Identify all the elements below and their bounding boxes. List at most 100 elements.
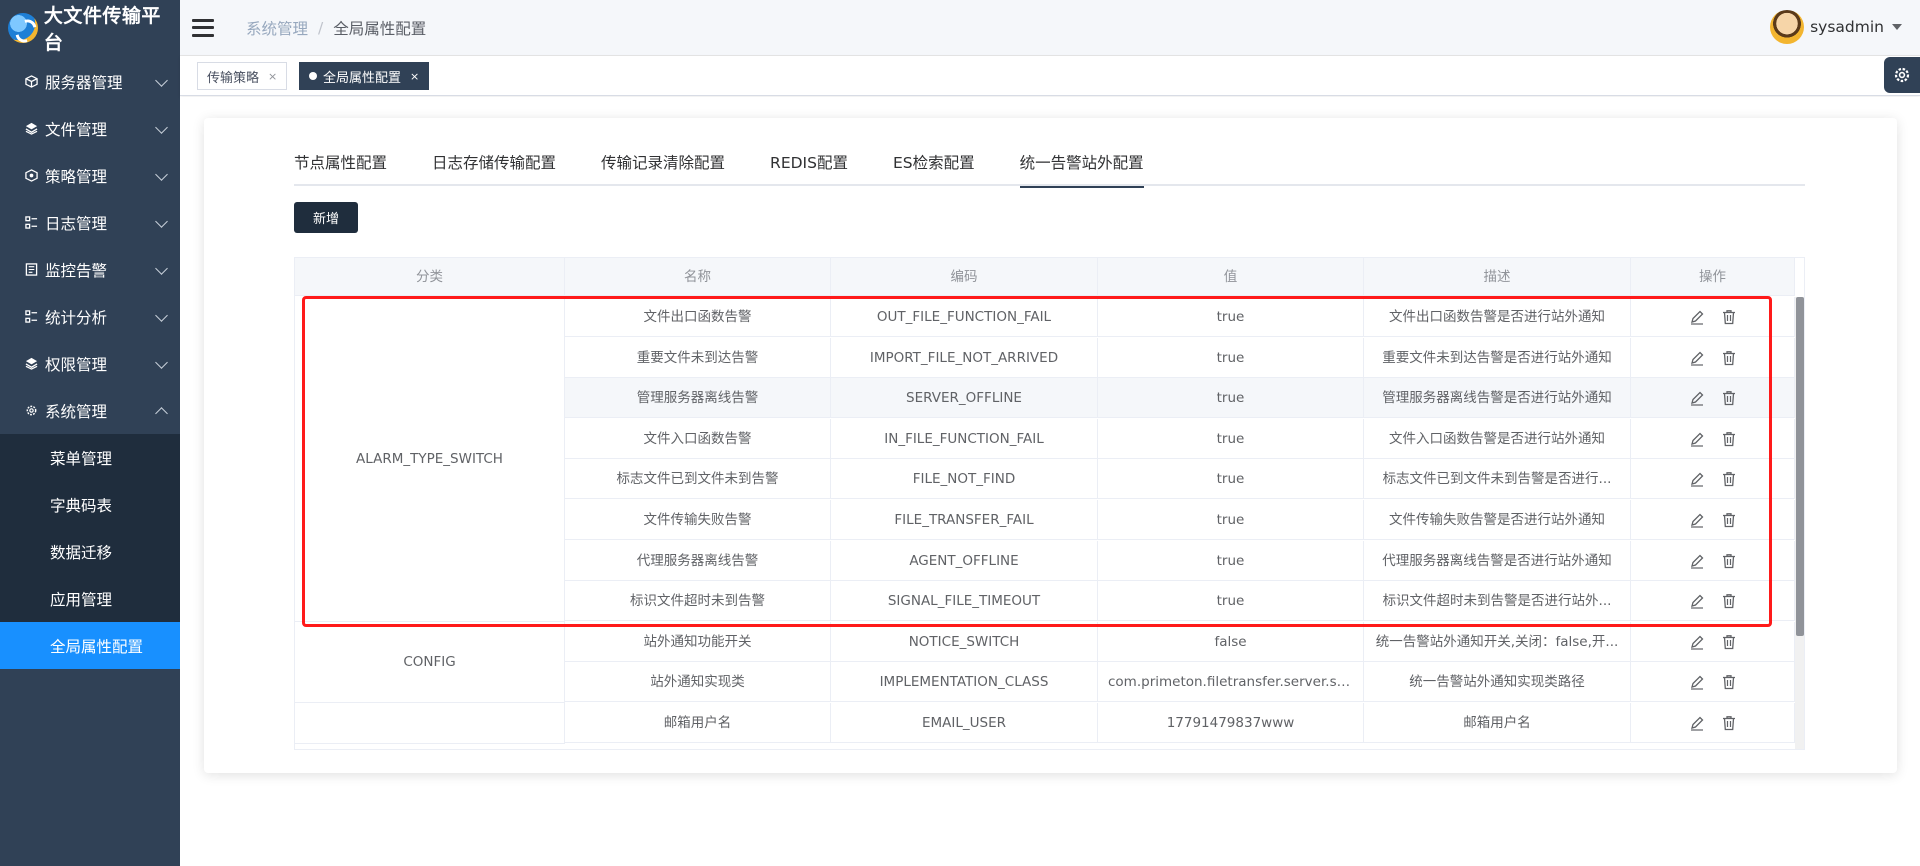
- cube-icon: [24, 75, 38, 89]
- edit-icon[interactable]: [1688, 511, 1706, 529]
- settings-gear-icon[interactable]: [1884, 57, 1920, 93]
- edit-icon[interactable]: [1688, 389, 1706, 407]
- cell-value: true: [1098, 581, 1364, 622]
- cell-name: 站外通知实现类: [565, 662, 831, 703]
- cell-description: 邮箱用户名: [1364, 703, 1631, 743]
- cell-code: IMPORT_FILE_NOT_ARRIVED: [831, 337, 1098, 378]
- tag-transfer-strategy[interactable]: 传输策略 ×: [197, 62, 288, 90]
- cell-code: FILE_NOT_FIND: [831, 459, 1098, 500]
- caret-down-icon[interactable]: [1892, 24, 1902, 30]
- sidebar-subitem-migration[interactable]: 数据迁移: [0, 528, 180, 575]
- edit-icon[interactable]: [1688, 308, 1706, 326]
- edit-icon[interactable]: [1688, 592, 1706, 610]
- cell-value: true: [1098, 540, 1364, 581]
- cell-name: 管理服务器离线告警: [565, 378, 831, 419]
- sidebar-subitem-dictionary[interactable]: 字典码表: [0, 481, 180, 528]
- sidebar-item-system[interactable]: 系统管理: [0, 387, 180, 434]
- cell-value: 17791479837www: [1098, 703, 1364, 743]
- delete-icon[interactable]: [1720, 633, 1738, 651]
- cell-description: 统一告警站外通知开关,关闭：false,开...: [1364, 621, 1631, 662]
- log-icon: [24, 216, 38, 230]
- cell-description: 统一告警站外通知实现类路径: [1364, 662, 1631, 703]
- column-header-actions: 操作: [1631, 258, 1795, 296]
- close-icon[interactable]: ×: [410, 70, 419, 83]
- delete-icon[interactable]: [1720, 470, 1738, 488]
- top-header: 系统管理 / 全局属性配置 sysadmin: [180, 0, 1920, 56]
- sidebar-menu: 服务器管理 文件管理 策略管理 日志管理 监控告警 统计分析 权限管理 系统管理…: [0, 58, 180, 669]
- cell-description: 标志文件已到文件未到告警是否进行...: [1364, 459, 1631, 500]
- tab-redis[interactable]: REDIS配置: [770, 148, 848, 186]
- cell-code: SERVER_OFFLINE: [831, 378, 1098, 419]
- tab-log-storage[interactable]: 日志存储传输配置: [432, 148, 556, 186]
- sidebar-item-files[interactable]: 文件管理: [0, 105, 180, 152]
- app-title: 大文件传输平台: [43, 5, 161, 54]
- chevron-down-icon: [155, 215, 168, 228]
- edit-icon[interactable]: [1688, 430, 1706, 448]
- breadcrumb-item[interactable]: 系统管理: [246, 17, 308, 39]
- edit-icon[interactable]: [1688, 673, 1706, 691]
- table-header: 分类 名称 编码 值 描述 操作: [295, 258, 1795, 296]
- edit-icon[interactable]: [1688, 552, 1706, 570]
- delete-icon[interactable]: [1720, 389, 1738, 407]
- active-dot-icon: [309, 72, 317, 80]
- sidebar-item-stats[interactable]: 统计分析: [0, 293, 180, 340]
- cell-value: true: [1098, 297, 1364, 337]
- cell-code: EMAIL_USER: [831, 703, 1098, 743]
- cell-code: OUT_FILE_FUNCTION_FAIL: [831, 297, 1098, 337]
- edit-icon[interactable]: [1688, 470, 1706, 488]
- config-table: 分类 名称 编码 值 描述 操作 文件出口函数告警 OUT_FILE_FUNCTI…: [294, 257, 1805, 750]
- delete-icon[interactable]: [1720, 552, 1738, 570]
- system-submenu: 菜单管理 字典码表 数据迁移 应用管理 全局属性配置: [0, 434, 180, 669]
- delete-icon[interactable]: [1720, 349, 1738, 367]
- sidebar-subitem-menu[interactable]: 菜单管理: [0, 434, 180, 481]
- delete-icon[interactable]: [1720, 511, 1738, 529]
- delete-icon[interactable]: [1720, 430, 1738, 448]
- column-header-name: 名称: [565, 258, 831, 296]
- tab-node-config[interactable]: 节点属性配置: [294, 148, 387, 186]
- chevron-down-icon: [155, 74, 168, 87]
- add-button[interactable]: 新增: [294, 202, 358, 233]
- cell-code: IMPLEMENTATION_CLASS: [831, 662, 1098, 703]
- tab-record-cleanup[interactable]: 传输记录清除配置: [601, 148, 725, 186]
- user-menu[interactable]: sysadmin: [1770, 10, 1902, 44]
- sidebar-subitem-global-config[interactable]: 全局属性配置: [0, 622, 180, 669]
- delete-icon[interactable]: [1720, 714, 1738, 732]
- cell-value: false: [1098, 621, 1364, 662]
- tab-es-search[interactable]: ES检索配置: [893, 148, 975, 186]
- edit-icon[interactable]: [1688, 633, 1706, 651]
- close-icon[interactable]: ×: [268, 70, 277, 83]
- sidebar-subitem-apps[interactable]: 应用管理: [0, 575, 180, 622]
- table-scrollbar[interactable]: [1795, 297, 1804, 749]
- logo[interactable]: 大文件传输平台: [0, 0, 180, 56]
- cell-actions: [1631, 500, 1795, 540]
- avatar[interactable]: [1770, 10, 1805, 44]
- scrollbar-thumb[interactable]: [1796, 297, 1804, 636]
- sidebar-item-strategy[interactable]: 策略管理: [0, 152, 180, 199]
- tag-global-config[interactable]: 全局属性配置 ×: [299, 62, 430, 90]
- username[interactable]: sysadmin: [1810, 18, 1884, 36]
- cell-name: 文件入口函数告警: [565, 418, 831, 459]
- cell-actions: [1631, 459, 1795, 500]
- cell-actions: [1631, 297, 1795, 337]
- edit-icon[interactable]: [1688, 714, 1706, 732]
- sidebar-item-permission[interactable]: 权限管理: [0, 340, 180, 387]
- delete-icon[interactable]: [1720, 308, 1738, 326]
- edit-icon[interactable]: [1688, 349, 1706, 367]
- delete-icon[interactable]: [1720, 673, 1738, 691]
- sidebar-item-label: 系统管理: [45, 402, 108, 421]
- sidebar-item-server[interactable]: 服务器管理: [0, 58, 180, 105]
- cell-name: 文件传输失败告警: [565, 500, 831, 540]
- delete-icon[interactable]: [1720, 592, 1738, 610]
- tab-alarm-external[interactable]: 统一告警站外配置: [1019, 148, 1144, 188]
- cell-actions: [1631, 378, 1795, 419]
- sidebar-item-logs[interactable]: 日志管理: [0, 199, 180, 246]
- sidebar-item-label: 文件管理: [45, 120, 108, 139]
- hamburger-icon[interactable]: [192, 18, 214, 37]
- sidebar-item-monitor[interactable]: 监控告警: [0, 246, 180, 293]
- sidebar-item-label: 服务器管理: [45, 73, 123, 92]
- cell-code: NOTICE_SWITCH: [831, 621, 1098, 662]
- cell-value: true: [1098, 337, 1364, 378]
- gear-icon: [24, 404, 38, 418]
- cell-description: 重要文件未到达告警是否进行站外通知: [1364, 337, 1631, 378]
- cell-description: 文件出口函数告警是否进行站外通知: [1364, 297, 1631, 337]
